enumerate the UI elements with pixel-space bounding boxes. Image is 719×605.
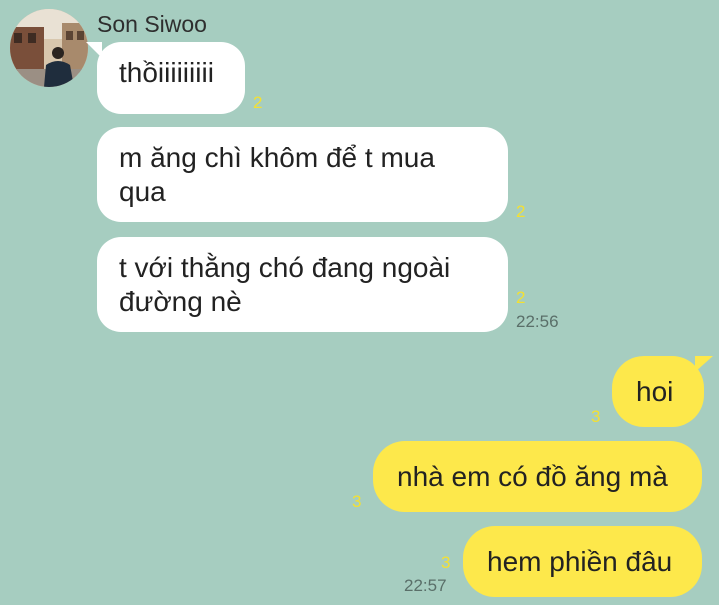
- timestamp: 22:56: [516, 312, 559, 331]
- sender-name: Son Siwoo: [97, 11, 207, 37]
- outgoing-message-bubble[interactable]: nhà em có đồ ăng mà: [373, 441, 702, 512]
- unread-count: 3: [591, 407, 601, 426]
- unread-count: 3: [352, 492, 362, 511]
- incoming-message-bubble[interactable]: t với thằng chó đang ngoài đường nè: [97, 237, 508, 332]
- outgoing-message-bubble[interactable]: hoi: [612, 356, 704, 427]
- outgoing-message-bubble[interactable]: hem phiền đâu: [463, 526, 702, 597]
- message-text: hem phiền đâu: [487, 545, 673, 577]
- message-text: thồiiiiiiiii: [119, 57, 214, 88]
- message-text: m ăng chì khôm để t mua qua: [119, 142, 435, 207]
- unread-count: 2: [516, 202, 526, 221]
- avatar-photo: [10, 9, 88, 87]
- message-text: nhà em có đồ ăng mà: [397, 460, 668, 492]
- timestamp: 22:57: [404, 576, 447, 595]
- incoming-message-bubble[interactable]: thồiiiiiiiii: [97, 42, 245, 114]
- message-text: hoi: [636, 375, 674, 407]
- sender-avatar[interactable]: [10, 9, 88, 87]
- unread-count: 2: [516, 288, 526, 307]
- unread-count: 2: [253, 93, 263, 112]
- message-text: t với thằng chó đang ngoài đường nè: [119, 252, 451, 317]
- incoming-message-bubble[interactable]: m ăng chì khôm để t mua qua: [97, 127, 508, 222]
- unread-count: 3: [441, 553, 451, 572]
